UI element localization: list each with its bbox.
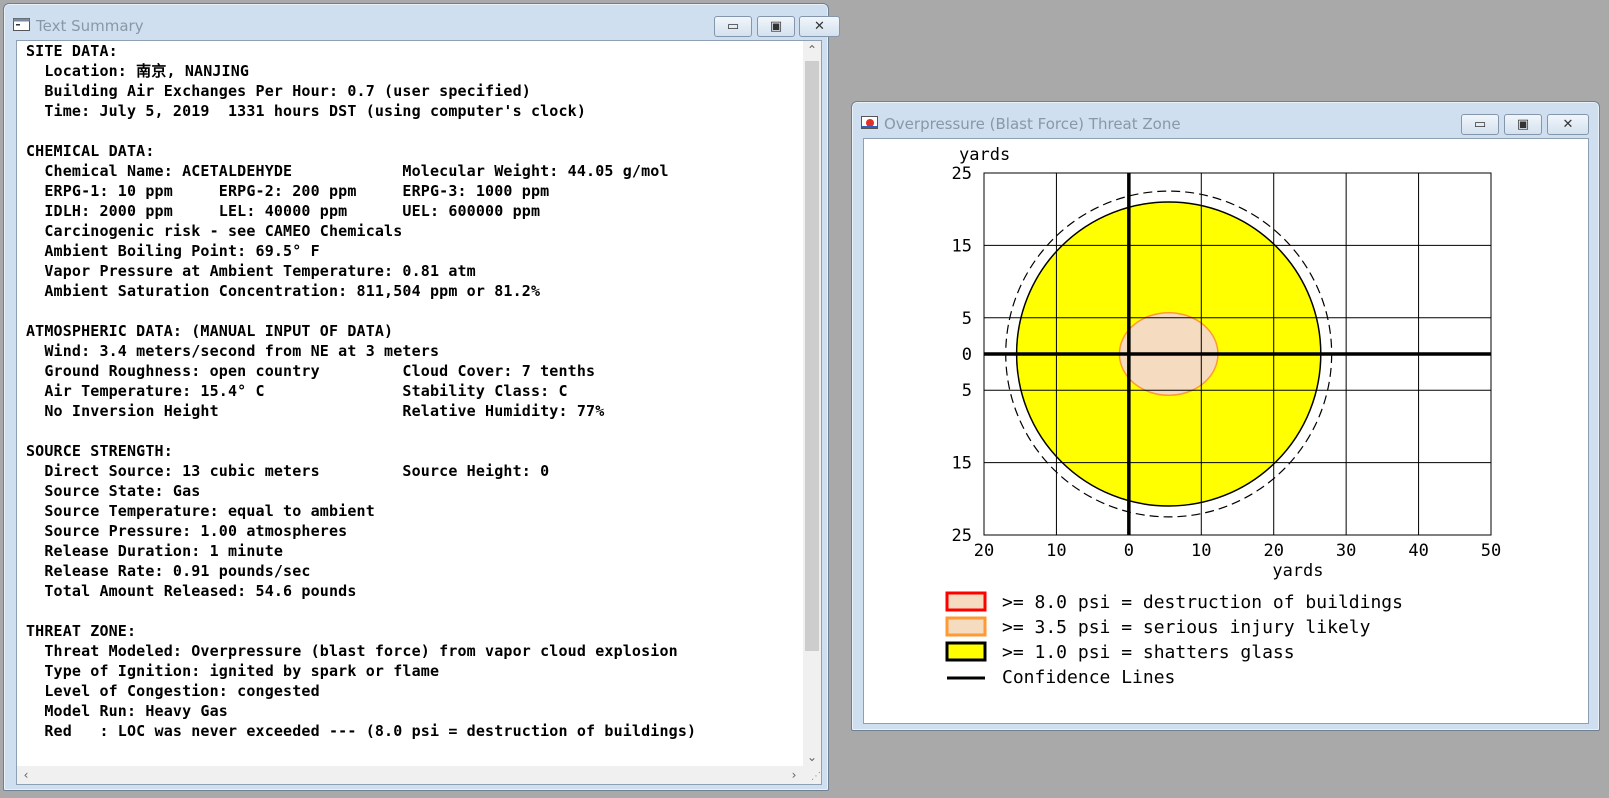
summary-line: Time: July 5, 2019 1331 hours DST (using… xyxy=(44,102,587,120)
summary-line: ERPG-1: 10 ppm ERPG-2: 200 ppm ERPG-3: 1… xyxy=(44,182,550,200)
legend-label: >= 1.0 psi = shatters glass xyxy=(1002,642,1295,663)
legend-destruction-swatch xyxy=(945,591,987,612)
legend-label: >= 3.5 psi = serious injury likely xyxy=(1002,617,1371,638)
size-grip-icon[interactable]: ⋰ xyxy=(803,766,821,784)
summary-line: Level of Congestion: congested xyxy=(44,682,320,700)
summary-line: Vapor Pressure at Ambient Temperature: 0… xyxy=(44,262,476,280)
summary-line: Source Pressure: 1.00 atmospheres xyxy=(44,522,348,540)
summary-line: Threat Modeled: Overpressure (blast forc… xyxy=(44,642,678,660)
title-bar[interactable]: Overpressure (Blast Force) Threat Zone ▭… xyxy=(852,102,1599,140)
scroll-up-arrow-icon[interactable]: ⌃ xyxy=(803,41,821,59)
horizontal-scrollbar[interactable]: ‹ › xyxy=(17,766,803,784)
summary-line: ATMOSPHERIC DATA: (MANUAL INPUT OF DATA) xyxy=(26,322,394,340)
summary-line: Air Temperature: 15.4° C Stability Class… xyxy=(44,382,568,400)
summary-line: THREAT ZONE: xyxy=(26,622,137,640)
x-tick-label: 50 xyxy=(1481,541,1501,561)
summary-line: Location: 南京, NANJING xyxy=(44,62,250,80)
legend-label: >= 8.0 psi = destruction of buildings xyxy=(1002,592,1403,613)
scroll-down-arrow-icon[interactable]: ⌄ xyxy=(803,748,821,766)
scroll-right-arrow-icon[interactable]: › xyxy=(785,766,803,784)
summary-line: Chemical Name: ACETALDEHYDE Molecular We… xyxy=(44,162,669,180)
summary-line: Release Rate: 0.91 pounds/sec xyxy=(44,562,311,580)
y-tick-label: 15 xyxy=(952,236,972,256)
x-tick-label: 10 xyxy=(1191,541,1211,561)
vertical-scroll-thumb[interactable] xyxy=(805,61,819,651)
summary-line: Carcinogenic risk - see CAMEO Chemicals xyxy=(44,222,403,240)
x-tick-label: 20 xyxy=(974,541,994,561)
summary-line: Building Air Exchanges Per Hour: 0.7 (us… xyxy=(44,82,531,100)
aloha-app-icon xyxy=(861,116,878,129)
y-tick-label: 25 xyxy=(952,526,972,546)
summary-line: Type of Ignition: ignited by spark or fl… xyxy=(44,662,440,680)
summary-line: Ambient Saturation Concentration: 811,50… xyxy=(44,282,541,300)
x-axis-label: yards xyxy=(1272,561,1323,581)
summary-line: Ground Roughness: open country Cloud Cov… xyxy=(44,362,596,380)
maximize-button[interactable]: ▣ xyxy=(1504,114,1542,135)
summary-line: SOURCE STRENGTH: xyxy=(26,442,173,460)
title-bar[interactable]: Text Summary ▭ ▣ ✕ xyxy=(4,4,840,42)
minimize-button[interactable]: ▭ xyxy=(1461,114,1499,135)
close-button[interactable]: ✕ xyxy=(1547,114,1589,135)
summary-line: Model Run: Heavy Gas xyxy=(44,702,228,720)
minimize-button[interactable]: ▭ xyxy=(714,16,752,37)
app-window-icon xyxy=(13,18,30,31)
threat-zone-window: Overpressure (Blast Force) Threat Zone ▭… xyxy=(851,101,1600,731)
summary-line: Total Amount Released: 54.6 pounds xyxy=(44,582,357,600)
summary-text: SITE DATA: Location: 南京, NANJING Buildin… xyxy=(26,41,696,741)
legend-glass-swatch xyxy=(945,641,987,662)
y-tick-label: 0 xyxy=(962,345,972,365)
y-tick-label: 25 xyxy=(952,164,972,184)
vertical-scrollbar[interactable]: ⌃ ⌄ xyxy=(803,41,821,766)
text-summary-window: Text Summary ▭ ▣ ✕ SITE DATA: Location: … xyxy=(3,3,840,791)
threat-zone-plot: 20 10 0 10 20 30 40 5025155051525yardsyards>= 8… xyxy=(945,145,1501,688)
summary-line: IDLH: 2000 ppm LEL: 40000 ppm UEL: 60000… xyxy=(44,202,541,220)
y-tick-label: 15 xyxy=(952,454,972,474)
legend-label: Confidence Lines xyxy=(1002,667,1175,688)
maximize-button[interactable]: ▣ xyxy=(757,16,795,37)
summary-client: SITE DATA: Location: 南京, NANJING Buildin… xyxy=(16,40,822,785)
summary-line: No Inversion Height Relative Humidity: 7… xyxy=(44,402,605,420)
summary-text-area[interactable]: SITE DATA: Location: 南京, NANJING Buildin… xyxy=(17,41,803,766)
y-axis-label: yards xyxy=(959,145,1010,165)
summary-line: Direct Source: 13 cubic meters Source He… xyxy=(44,462,550,480)
x-tick-label: 20 xyxy=(1263,541,1283,561)
x-tick-label: 0 xyxy=(1124,541,1134,561)
x-tick-label: 30 xyxy=(1336,541,1356,561)
y-tick-label: 5 xyxy=(962,309,972,329)
summary-line: Source Temperature: equal to ambient xyxy=(44,502,375,520)
window-title: Text Summary xyxy=(36,17,144,35)
summary-line: SITE DATA: xyxy=(26,42,118,60)
legend-injury-swatch xyxy=(945,616,987,637)
summary-line: Ambient Boiling Point: 69.5° F xyxy=(44,242,320,260)
summary-line: CHEMICAL DATA: xyxy=(26,142,155,160)
summary-line: Wind: 3.4 meters/second from NE at 3 met… xyxy=(44,342,440,360)
close-button[interactable]: ✕ xyxy=(799,16,840,37)
summary-line: Source State: Gas xyxy=(44,482,201,500)
x-tick-label: 40 xyxy=(1408,541,1428,561)
plot-client: 20 10 0 10 20 30 40 50 25 15 5 0 5 15 25 yards yards >= 8… xyxy=(863,138,1589,724)
window-title: Overpressure (Blast Force) Threat Zone xyxy=(884,115,1181,133)
x-tick-label: 10 xyxy=(1046,541,1066,561)
scroll-left-arrow-icon[interactable]: ‹ xyxy=(17,766,35,784)
y-tick-label: 5 xyxy=(962,381,972,401)
summary-line: Release Duration: 1 minute xyxy=(44,542,284,560)
summary-line: Red : LOC was never exceeded --- (8.0 ps… xyxy=(44,722,697,740)
